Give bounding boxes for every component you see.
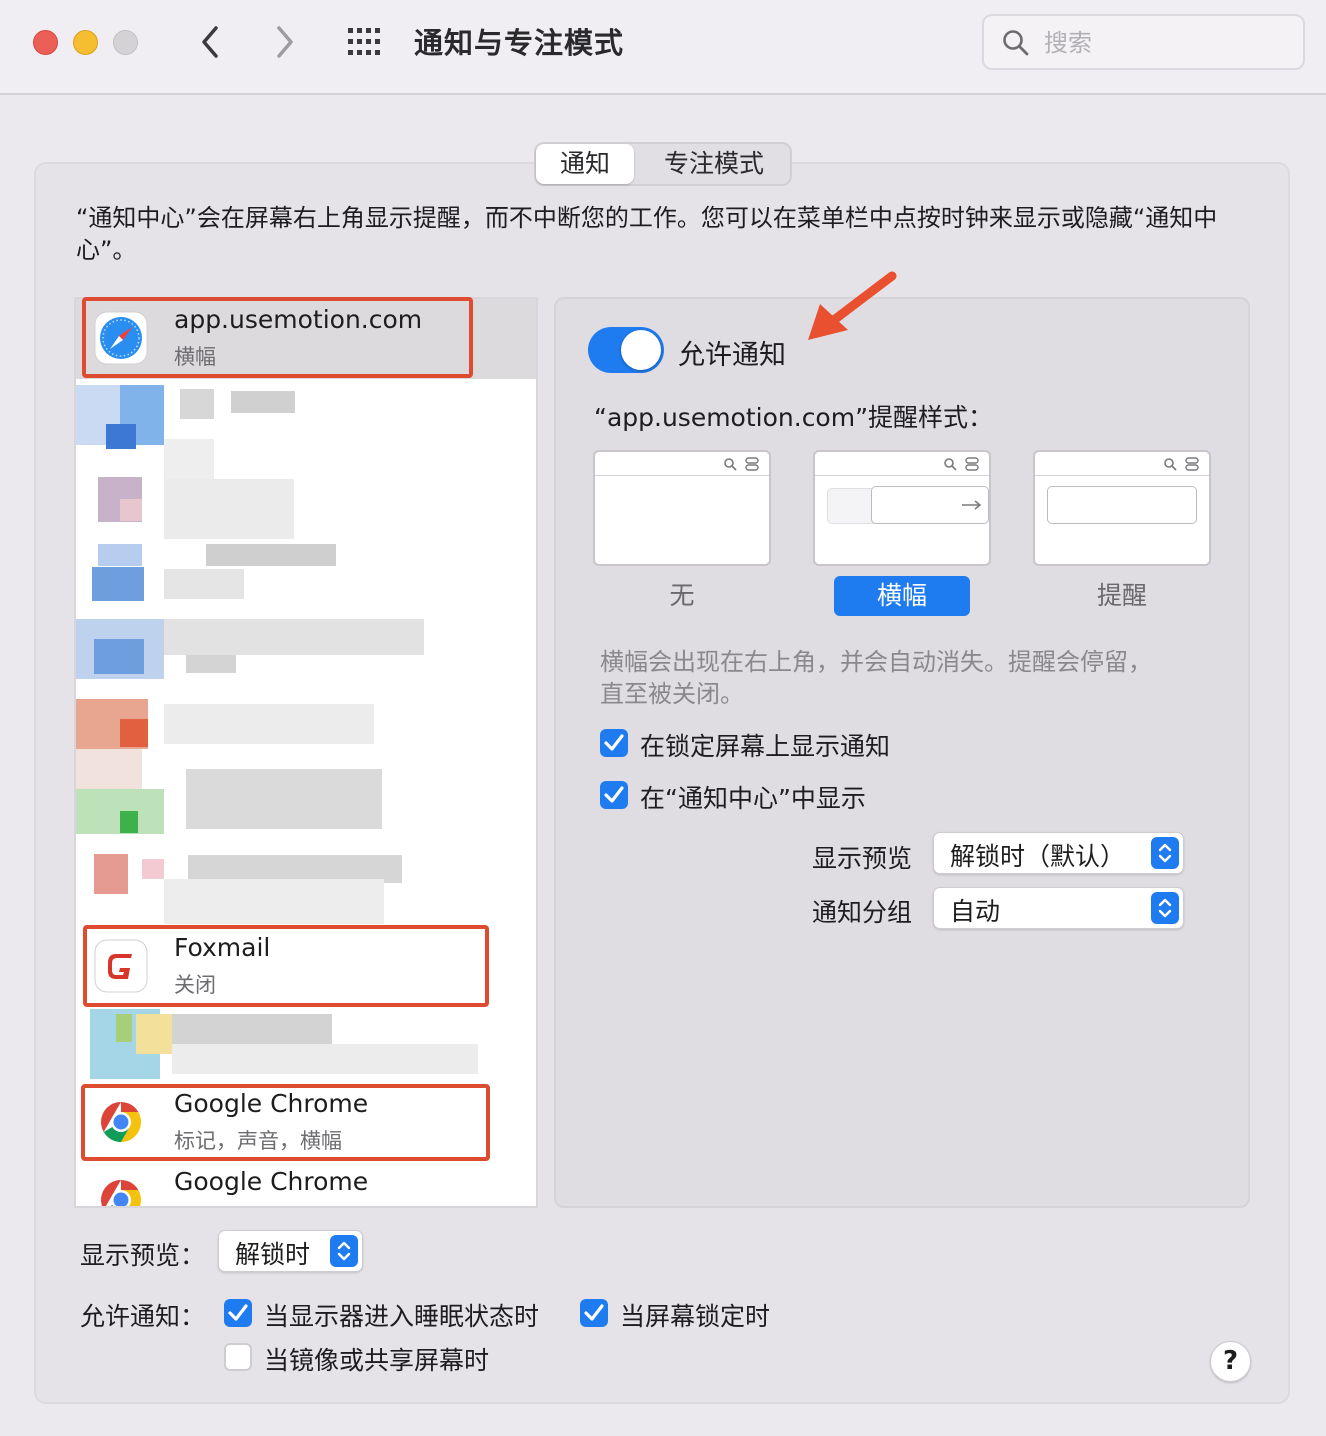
chrome-icon: [97, 1176, 145, 1206]
lock-screen-checkbox[interactable]: [600, 729, 628, 757]
stepper-icon: [1151, 837, 1179, 869]
style-card-banner[interactable]: [813, 450, 991, 566]
mini-control-icon: [745, 457, 759, 471]
highlight-box: [83, 925, 489, 1007]
global-preview-value: 解锁时: [235, 1240, 311, 1269]
tab-control: 通知 专注模式: [534, 142, 792, 186]
card-menubar: [595, 452, 769, 476]
app-subtitle: 关闭: [174, 1203, 216, 1206]
search-icon: [1003, 30, 1029, 56]
mini-control-icon: [1185, 457, 1199, 471]
style-card-alert[interactable]: [1033, 450, 1211, 566]
mini-search-icon: [944, 458, 957, 471]
allow-notifications-toggle[interactable]: [588, 327, 664, 373]
forward-button[interactable]: [265, 20, 305, 64]
global-preview-label: 显示预览：: [80, 1241, 206, 1270]
card-menubar: [815, 452, 989, 476]
grouping-popup[interactable]: 自动: [933, 887, 1184, 929]
stepper-icon: [1151, 892, 1179, 924]
highlight-box: [82, 297, 473, 378]
chevron-right-icon: [277, 26, 293, 58]
close-window-button[interactable]: [33, 30, 58, 55]
checkmark-icon: [604, 786, 624, 803]
preview-label: 显示预览: [812, 844, 913, 873]
alert-preview: [1047, 486, 1197, 524]
back-button[interactable]: [190, 20, 230, 64]
search-field[interactable]: [982, 14, 1305, 70]
style-option-alert[interactable]: 提醒: [1054, 576, 1190, 616]
tab-focus[interactable]: 专注模式: [638, 144, 790, 184]
mirroring-label: 当镜像或共享屏幕时: [264, 1346, 490, 1375]
description-text: “通知中心”会在屏幕右上角显示提醒，而不中断您的工作。您可以在菜单栏中点按时钟来…: [76, 204, 1218, 264]
help-button[interactable]: ?: [1210, 1341, 1251, 1382]
style-card-none[interactable]: [593, 450, 771, 566]
stepper-icon: [330, 1235, 358, 1267]
grouping-value: 自动: [950, 897, 1001, 926]
toggle-knob: [621, 330, 661, 370]
display-sleep-label: 当显示器进入睡眠状态时: [264, 1302, 540, 1331]
global-preview-popup[interactable]: 解锁时: [218, 1230, 363, 1272]
list-item-google-chrome[interactable]: Google Chrome 关闭: [76, 1161, 536, 1206]
checkmark-icon: [584, 1304, 604, 1321]
mini-control-icon: [965, 457, 979, 471]
zoom-window-button[interactable]: [113, 30, 138, 55]
grid-icon: [348, 28, 380, 55]
checkmark-icon: [604, 734, 624, 751]
highlight-box: [81, 1084, 490, 1161]
mini-search-icon: [724, 458, 737, 471]
checkmark-icon: [228, 1304, 248, 1321]
screen-locked-checkbox[interactable]: [580, 1299, 608, 1327]
allow-notifications-label: 允许通知: [678, 340, 786, 371]
card-menubar: [1035, 452, 1209, 476]
grouping-label: 通知分组: [812, 898, 913, 927]
arrow-right-icon: [962, 500, 982, 510]
display-sleep-checkbox[interactable]: [224, 1299, 252, 1327]
style-option-none[interactable]: 无: [614, 576, 750, 616]
notification-center-label: 在“通知中心”中显示: [640, 784, 866, 813]
style-option-banner[interactable]: 横幅: [834, 576, 970, 616]
app-name: Google Chrome: [174, 1167, 369, 1196]
window-title: 通知与专注模式: [414, 26, 625, 60]
alert-style-label: “app.usemotion.com”提醒样式：: [594, 403, 994, 432]
style-hint-text: 横幅会出现在右上角，并会自动消失。提醒会停留，直至被关闭。: [600, 648, 1152, 708]
annotation-arrow-icon: [808, 271, 897, 340]
chevron-left-icon: [202, 26, 218, 58]
mini-search-icon: [1164, 458, 1177, 471]
minimize-window-button[interactable]: [73, 30, 98, 55]
screen-locked-label: 当屏幕锁定时: [620, 1302, 771, 1331]
show-all-button[interactable]: [346, 26, 386, 58]
notification-center-checkbox[interactable]: [600, 781, 628, 809]
global-allow-label: 允许通知：: [80, 1302, 206, 1331]
preview-popup[interactable]: 解锁时（默认）: [933, 832, 1184, 874]
mirroring-checkbox[interactable]: [224, 1343, 252, 1371]
preview-value: 解锁时（默认）: [950, 842, 1126, 871]
search-input[interactable]: [1044, 24, 1284, 62]
title-bar: 通知与专注模式: [0, 0, 1326, 95]
tab-notifications[interactable]: 通知: [536, 144, 634, 184]
lock-screen-label: 在锁定屏幕上显示通知: [640, 732, 891, 761]
app-list[interactable]: app.usemotion.com 横幅 Foxmail 关闭 Google C…: [74, 297, 538, 1208]
